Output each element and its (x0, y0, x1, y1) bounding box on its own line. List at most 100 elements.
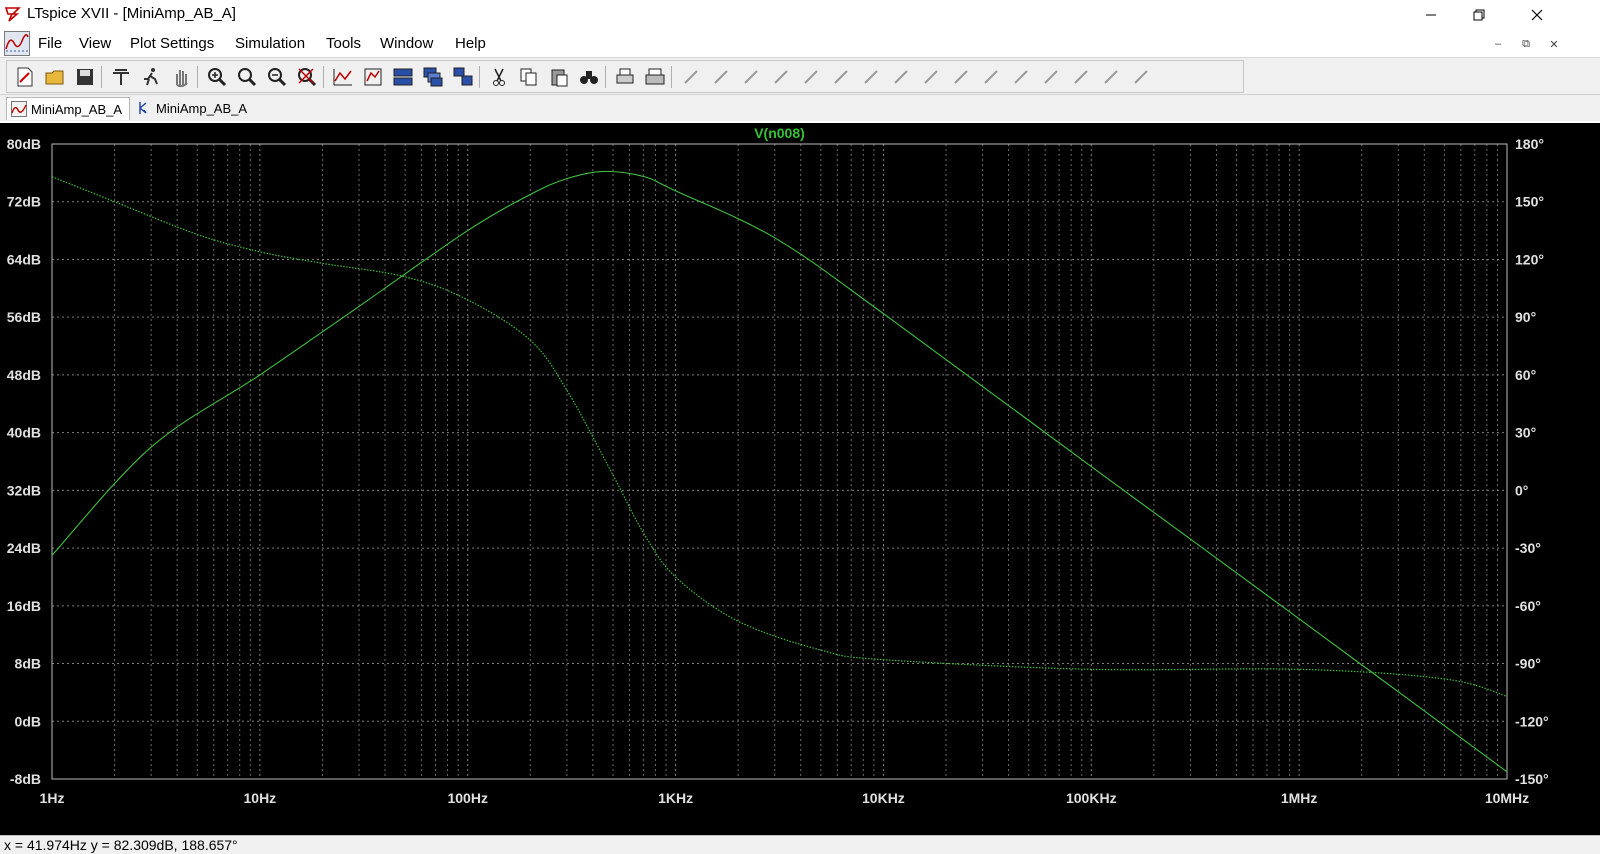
mdi-restore-button[interactable]: ⧉ (1516, 36, 1536, 52)
capacitor-icon (799, 65, 823, 89)
mdi-minimize-button[interactable]: – (1488, 36, 1508, 52)
zoom-area-button[interactable] (235, 65, 259, 89)
y-right-tick-label: 90° (1515, 309, 1536, 325)
tab-waveform[interactable]: MiniAmp_AB_A (6, 97, 130, 120)
rotate-button[interactable] (1039, 65, 1063, 89)
tab-label: MiniAmp_AB_A (31, 102, 122, 117)
open-icon (43, 65, 67, 89)
undo-button[interactable] (979, 65, 1003, 89)
spice-directive-button[interactable] (1129, 65, 1153, 89)
copy-button[interactable] (517, 65, 541, 89)
menu-tools[interactable]: Tools (326, 35, 361, 52)
x-tick-label: 1MHz (1281, 790, 1318, 806)
restore-icon: ⧉ (1522, 38, 1530, 51)
menu-window[interactable]: Window (380, 35, 433, 52)
close-icon: ✕ (1549, 38, 1558, 51)
halt-icon (169, 65, 193, 89)
plot-settings-button[interactable] (361, 65, 385, 89)
text-button[interactable] (1099, 65, 1123, 89)
control-panel-button[interactable] (109, 65, 133, 89)
inductor-button[interactable] (829, 65, 853, 89)
paste-icon (547, 65, 571, 89)
print-preview-button[interactable] (613, 65, 637, 89)
redo-button[interactable] (1009, 65, 1033, 89)
menu-simulation[interactable]: Simulation (235, 35, 305, 52)
toolbar-strip (6, 60, 1244, 93)
y-right-tick-label: 120° (1515, 251, 1544, 267)
y-right-tick-label: 150° (1515, 194, 1544, 210)
component-button[interactable] (889, 65, 913, 89)
resistor-button[interactable] (769, 65, 793, 89)
wire-button[interactable] (679, 65, 703, 89)
menu-plot-settings[interactable]: Plot Settings (130, 35, 214, 52)
zoom-fit-button[interactable] (295, 65, 319, 89)
toolbar-separator (197, 66, 198, 88)
save-button[interactable] (73, 65, 97, 89)
open-button[interactable] (43, 65, 67, 89)
run-button[interactable] (139, 65, 163, 89)
toolbar-separator (101, 66, 102, 88)
save-icon (73, 65, 97, 89)
y-left-tick-label: 40dB (7, 425, 41, 441)
print-button[interactable] (643, 65, 667, 89)
toolbar-separator (323, 66, 324, 88)
menu-view[interactable]: View (79, 35, 111, 52)
rotate-icon (1039, 65, 1063, 89)
find-icon (577, 65, 601, 89)
tab-schematic[interactable]: MiniAmp_AB_A (132, 97, 252, 119)
y-right-tick-label: 0° (1515, 482, 1528, 498)
new-schematic-button[interactable] (13, 65, 37, 89)
zoom-in-button[interactable] (205, 65, 229, 89)
tile-horizontal-button[interactable] (391, 65, 415, 89)
close-button[interactable] (1514, 0, 1560, 30)
y-left-tick-label: 32dB (7, 482, 41, 498)
minimize-button[interactable] (1408, 0, 1454, 30)
inductor-icon (829, 65, 853, 89)
title-bar: LTspice XVII - [MiniAmp_AB_A] (0, 0, 1600, 30)
minimize-icon: – (1495, 38, 1501, 50)
plot-frame (52, 144, 1507, 779)
waveform-icon (11, 101, 27, 117)
redo-icon (1009, 65, 1033, 89)
menu-file[interactable]: File (38, 35, 62, 52)
autorange-button[interactable] (331, 65, 355, 89)
diode-button[interactable] (859, 65, 883, 89)
toolbar-separator (605, 66, 606, 88)
tab-label: MiniAmp_AB_A (156, 101, 247, 116)
cut-button[interactable] (487, 65, 511, 89)
print-preview-icon (613, 65, 637, 89)
move-button[interactable] (919, 65, 943, 89)
arrange-button[interactable] (451, 65, 475, 89)
zoom-fit-icon (295, 65, 319, 89)
menu-help[interactable]: Help (455, 35, 486, 52)
trace-title: V(n008) (754, 125, 805, 141)
document-tabs: MiniAmp_AB_A MiniAmp_AB_A (0, 94, 1600, 121)
drag-button[interactable] (949, 65, 973, 89)
y-right-tick-label: -90° (1515, 656, 1541, 672)
waveform-plot[interactable]: V(n008)80dB72dB64dB56dB48dB40dB32dB24dB1… (0, 123, 1600, 835)
toolbar (0, 57, 1600, 95)
label-button[interactable] (739, 65, 763, 89)
zoom-out-button[interactable] (265, 65, 289, 89)
toolbar-separator (671, 66, 672, 88)
ground-button[interactable] (709, 65, 733, 89)
restore-button[interactable] (1456, 0, 1502, 30)
halt-button[interactable] (169, 65, 193, 89)
mdi-close-button[interactable]: ✕ (1544, 36, 1564, 52)
wire-icon (679, 65, 703, 89)
control-panel-icon (109, 65, 133, 89)
y-left-tick-label: 64dB (7, 251, 41, 267)
autorange-icon (331, 65, 355, 89)
cascade-button[interactable] (421, 65, 445, 89)
paste-button[interactable] (547, 65, 571, 89)
y-right-tick-label: -30° (1515, 540, 1541, 556)
y-right-tick-label: 180° (1515, 136, 1544, 152)
y-left-tick-label: 8dB (15, 656, 41, 672)
mirror-button[interactable] (1069, 65, 1093, 89)
capacitor-button[interactable] (799, 65, 823, 89)
bode-plot[interactable]: V(n008)80dB72dB64dB56dB48dB40dB32dB24dB1… (0, 123, 1600, 835)
zoom-area-icon (235, 65, 259, 89)
y-right-tick-label: 30° (1515, 425, 1536, 441)
y-left-tick-label: 16dB (7, 598, 41, 614)
find-button[interactable] (577, 65, 601, 89)
